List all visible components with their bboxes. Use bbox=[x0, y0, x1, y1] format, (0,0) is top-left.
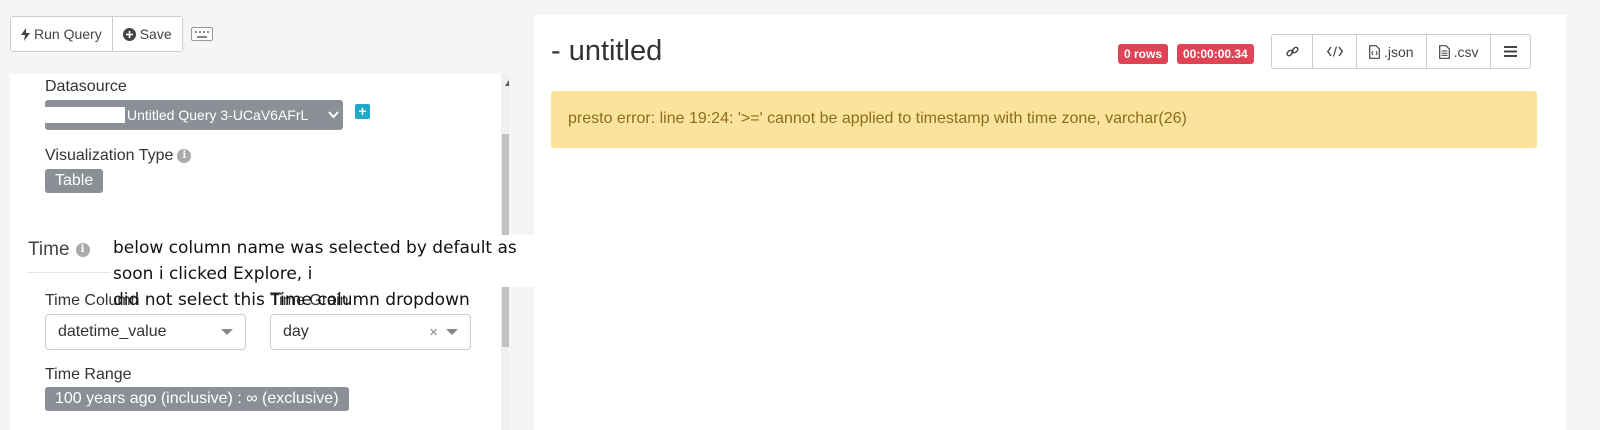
datasource-select[interactable]: Untitled Query 3-UCaV6AFrL bbox=[45, 100, 343, 130]
link-icon bbox=[1285, 46, 1299, 57]
save-label: Save bbox=[139, 26, 172, 42]
time-column-select[interactable]: datetime_value bbox=[45, 314, 246, 350]
visualization-type-label: Visualization Type i bbox=[45, 147, 192, 165]
csv-file-icon bbox=[1438, 44, 1450, 59]
error-message: presto error: line 19:24: '>=' cannot be… bbox=[568, 110, 1187, 127]
run-query-label: Run Query bbox=[34, 26, 102, 42]
add-datasource-icon[interactable]: + bbox=[355, 104, 370, 119]
menu-icon bbox=[1504, 46, 1518, 57]
bolt-icon bbox=[21, 27, 30, 41]
info-icon[interactable]: i bbox=[75, 242, 90, 257]
result-panel: - untitled 0 rows 00:00:00.34 .json .csv… bbox=[534, 15, 1566, 430]
chevron-down-icon bbox=[323, 108, 343, 122]
code-icon bbox=[1326, 46, 1343, 57]
time-column-value: datetime_value bbox=[58, 323, 167, 340]
export-csv-button[interactable]: .csv bbox=[1425, 35, 1491, 68]
keyboard-icon[interactable] bbox=[190, 27, 213, 41]
datasource-value: Untitled Query 3-UCaV6AFrL bbox=[127, 107, 309, 123]
datasource-label: Datasource bbox=[45, 78, 127, 95]
export-json-button[interactable]: .json bbox=[1356, 35, 1426, 68]
time-section-text: Time bbox=[28, 239, 70, 260]
query-time-badge: 00:00:00.34 bbox=[1177, 44, 1254, 64]
error-alert: presto error: line 19:24: '>=' cannot be… bbox=[551, 91, 1537, 148]
export-actions: .json .csv bbox=[1271, 34, 1532, 69]
annotation-line-2: did not select this Time column dropdown bbox=[113, 290, 470, 310]
time-range-tag[interactable]: 100 years ago (inclusive) : ∞ (exclusive… bbox=[45, 387, 349, 411]
export-csv-label: .csv bbox=[1453, 43, 1479, 60]
info-icon[interactable]: i bbox=[177, 148, 192, 163]
plus-circle-icon bbox=[122, 27, 136, 41]
time-grain-select[interactable]: day × bbox=[270, 314, 471, 350]
caret-down-icon bbox=[221, 329, 233, 335]
time-grain-value: day bbox=[283, 323, 309, 340]
annotation-note: below column name was selected by defaul… bbox=[110, 235, 535, 310]
link-button[interactable] bbox=[1272, 35, 1312, 68]
json-file-icon bbox=[1369, 44, 1380, 59]
clear-icon[interactable]: × bbox=[429, 324, 438, 341]
time-range-label: Time Range bbox=[45, 366, 132, 383]
more-options-button[interactable] bbox=[1490, 35, 1530, 68]
annotation-line-1: below column name was selected by defaul… bbox=[113, 238, 517, 284]
run-query-button[interactable]: Run Query bbox=[11, 17, 112, 51]
visualization-type-tag[interactable]: Table bbox=[45, 169, 104, 193]
query-button-group: Run Query Save bbox=[10, 16, 183, 52]
row-count-badge: 0 rows bbox=[1118, 44, 1169, 64]
scroll-up-icon[interactable] bbox=[505, 80, 509, 86]
visualization-type-text: Visualization Type bbox=[45, 147, 174, 164]
export-json-label: .json bbox=[1384, 43, 1414, 60]
view-query-button[interactable] bbox=[1312, 35, 1356, 68]
chart-title[interactable]: - untitled bbox=[551, 35, 662, 68]
caret-down-icon bbox=[446, 329, 458, 335]
query-toolbar: Run Query Save bbox=[10, 16, 213, 52]
save-button[interactable]: Save bbox=[111, 17, 182, 51]
redacted-region bbox=[45, 107, 125, 123]
time-section-title[interactable]: Time i bbox=[28, 239, 90, 261]
